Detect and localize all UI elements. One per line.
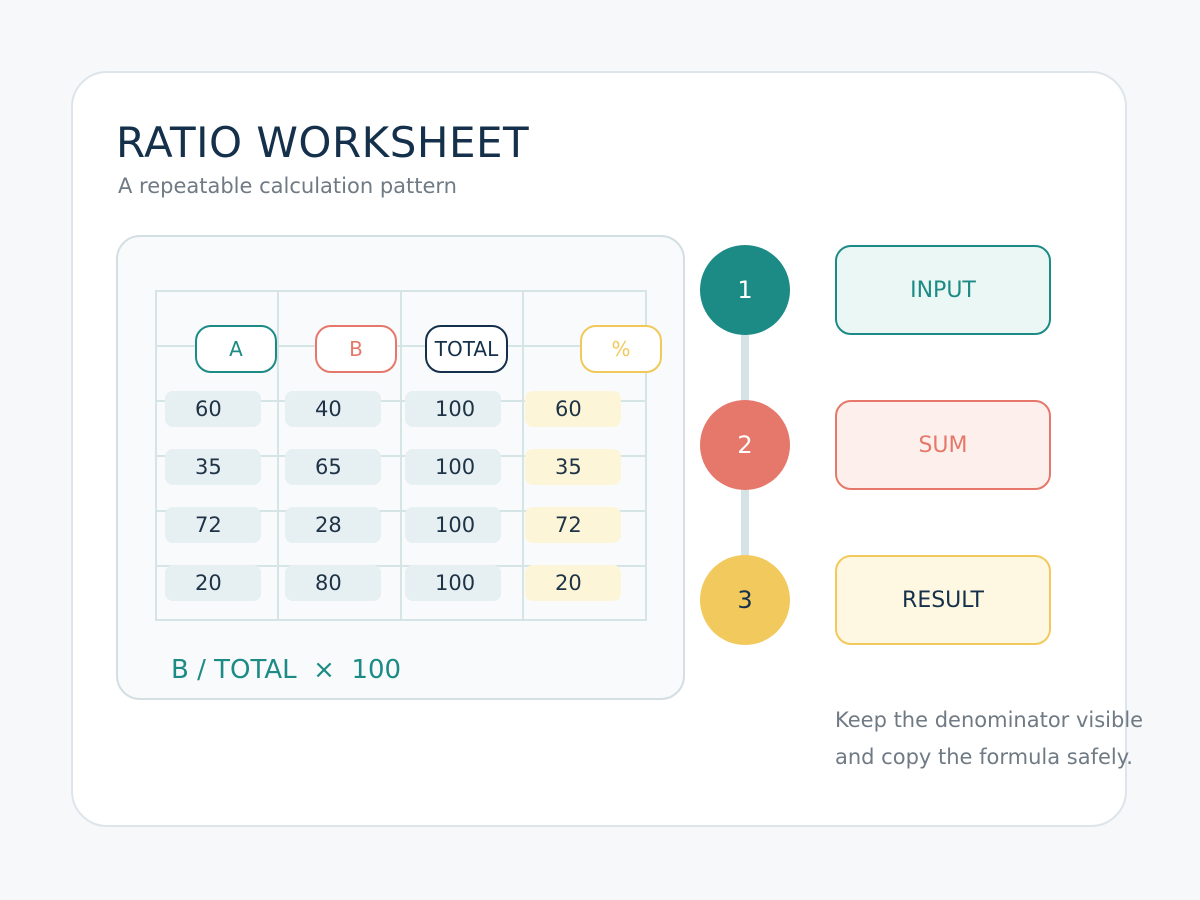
stage-label: INPUT: [910, 277, 976, 303]
stage-label: RESULT: [902, 587, 984, 613]
step-number: 3: [737, 586, 753, 614]
step-3-circle: 3: [700, 555, 790, 645]
grid-line: [155, 290, 647, 292]
cell-a: 60: [165, 391, 261, 427]
stage-sum-box: SUM: [835, 400, 1051, 490]
step-2-circle: 2: [700, 400, 790, 490]
step-number: 2: [737, 431, 753, 459]
tip-note: Keep the denominator visible and copy th…: [835, 702, 1143, 776]
cell-percent: 60: [525, 391, 621, 427]
step-1-circle: 1: [700, 245, 790, 335]
page-title: RATIO WORKSHEET: [116, 118, 530, 167]
grid-line: [155, 619, 647, 621]
cell-total: 100: [405, 565, 501, 601]
cell-b: 65: [285, 449, 381, 485]
cell-a: 72: [165, 507, 261, 543]
stage-result-box: RESULT: [835, 555, 1051, 645]
step-connector: [741, 335, 749, 405]
cell-a: 35: [165, 449, 261, 485]
cell-total: 100: [405, 391, 501, 427]
step-connector: [741, 490, 749, 560]
cell-total: 100: [405, 507, 501, 543]
stage-input-box: INPUT: [835, 245, 1051, 335]
step-number: 1: [737, 276, 753, 304]
column-header-b: B: [315, 325, 397, 373]
cell-total: 100: [405, 449, 501, 485]
cell-b: 40: [285, 391, 381, 427]
tip-line: and copy the formula safely.: [835, 745, 1133, 769]
tip-line: Keep the denominator visible: [835, 708, 1144, 732]
column-header-total: TOTAL: [425, 325, 508, 373]
stage-label: SUM: [918, 432, 968, 458]
cell-b: 80: [285, 565, 381, 601]
formula-text: B / TOTAL × 100: [171, 655, 402, 685]
cell-percent: 20: [525, 565, 621, 601]
cell-a: 20: [165, 565, 261, 601]
cell-percent: 35: [525, 449, 621, 485]
cell-percent: 72: [525, 507, 621, 543]
column-header-a: A: [195, 325, 277, 373]
page-subtitle: A repeatable calculation pattern: [118, 174, 457, 198]
cell-b: 28: [285, 507, 381, 543]
column-header-percent: %: [580, 325, 662, 373]
